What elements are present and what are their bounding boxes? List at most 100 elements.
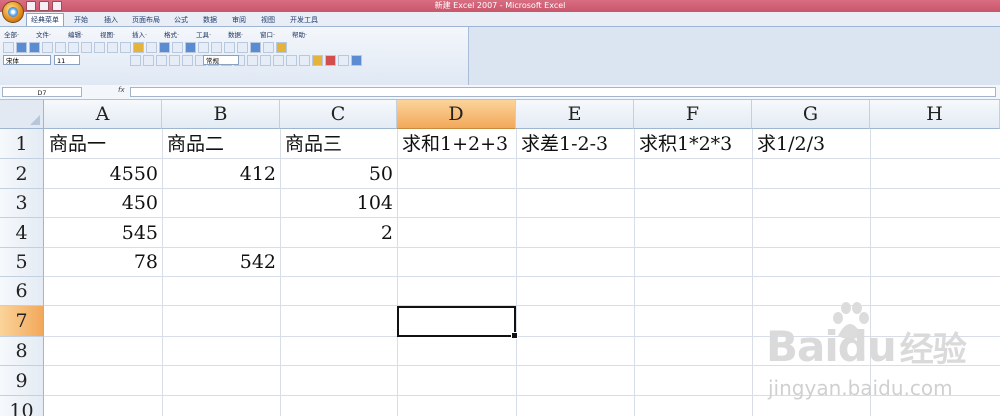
menu-help[interactable]: 帮助·	[292, 29, 307, 39]
menu-insert[interactable]: 插入·	[132, 29, 147, 39]
cell-e1[interactable]: 求差1-2-3	[521, 129, 634, 159]
cell-a3[interactable]: 450	[44, 189, 158, 218]
menu-format[interactable]: 格式·	[164, 29, 179, 39]
open-icon[interactable]	[16, 42, 27, 53]
column-header-d[interactable]: D	[397, 100, 516, 129]
tab-classic-menu[interactable]: 经典菜单	[26, 13, 64, 26]
menu-edit[interactable]: 编辑·	[68, 29, 83, 39]
cell-g1[interactable]: 求1/2/3	[757, 129, 870, 159]
cut-icon[interactable]	[107, 42, 118, 53]
row-header-10[interactable]: 10	[0, 396, 44, 416]
row-header-9[interactable]: 9	[0, 366, 44, 396]
font-name-select[interactable]: 宋体	[3, 55, 51, 65]
row-header-5[interactable]: 5	[0, 248, 44, 277]
undo-icon[interactable]	[39, 1, 49, 11]
menu-tools[interactable]: 工具·	[196, 29, 211, 39]
active-cell-d7[interactable]	[397, 306, 518, 339]
column-header-g[interactable]: G	[752, 100, 870, 129]
worksheet-grid[interactable]: A B C D E F G H 1 2 3 4 5 6 7 8 9 10 商品一…	[0, 100, 1000, 416]
decrease-decimal-icon[interactable]	[273, 55, 284, 66]
print-preview-icon[interactable]	[68, 42, 79, 53]
cell-b2[interactable]: 412	[162, 159, 276, 189]
select-all-button[interactable]	[0, 100, 44, 129]
menu-view[interactable]: 视图·	[100, 29, 115, 39]
fill-color-icon[interactable]	[312, 55, 323, 66]
italic-icon[interactable]	[143, 55, 154, 66]
cell-a5[interactable]: 78	[44, 248, 158, 277]
new-icon[interactable]	[3, 42, 14, 53]
cell-d1[interactable]: 求和1+2+3	[402, 129, 516, 159]
row-header-4[interactable]: 4	[0, 218, 44, 248]
redo-icon[interactable]	[172, 42, 183, 53]
menu-data[interactable]: 数据·	[228, 29, 243, 39]
tab-home[interactable]: 开始	[74, 14, 88, 26]
tab-review[interactable]: 审阅	[232, 14, 246, 26]
sort-descending-icon[interactable]	[237, 42, 248, 53]
bold-icon[interactable]	[130, 55, 141, 66]
row-header-8[interactable]: 8	[0, 337, 44, 366]
row-header-6[interactable]: 6	[0, 277, 44, 306]
cell-a4[interactable]: 545	[44, 218, 158, 248]
underline-icon[interactable]	[156, 55, 167, 66]
tab-data[interactable]: 数据	[203, 14, 217, 26]
menu-file[interactable]: 文件·	[36, 29, 51, 39]
print-icon[interactable]	[55, 42, 66, 53]
cell-c2[interactable]: 50	[280, 159, 393, 189]
copy-icon[interactable]	[120, 42, 131, 53]
autosum-icon[interactable]	[198, 42, 209, 53]
paste-icon[interactable]	[133, 42, 144, 53]
column-header-e[interactable]: E	[516, 100, 634, 129]
tab-developer[interactable]: 开发工具	[290, 14, 318, 26]
align-left-icon[interactable]	[169, 55, 180, 66]
function-icon[interactable]	[211, 42, 222, 53]
row-header-7[interactable]: 7	[0, 306, 44, 337]
research-icon[interactable]	[94, 42, 105, 53]
redo-icon[interactable]	[52, 1, 62, 11]
column-header-b[interactable]: B	[162, 100, 280, 129]
row-header-3[interactable]: 3	[0, 189, 44, 218]
tab-view[interactable]: 视图	[261, 14, 275, 26]
column-header-h[interactable]: H	[870, 100, 1000, 129]
chart-icon[interactable]	[250, 42, 261, 53]
font-color-icon[interactable]	[325, 55, 336, 66]
cell-c4[interactable]: 2	[280, 218, 393, 248]
tab-insert[interactable]: 插入	[104, 14, 118, 26]
cell-b1[interactable]: 商品二	[167, 129, 278, 159]
cell-f1[interactable]: 求积1*2*3	[639, 129, 752, 159]
cell-c1[interactable]: 商品三	[285, 129, 395, 159]
cell-a1[interactable]: 商品一	[49, 129, 160, 159]
borders-icon[interactable]	[299, 55, 310, 66]
comma-icon[interactable]	[247, 55, 258, 66]
save-icon[interactable]	[26, 1, 36, 11]
name-box[interactable]: D7	[2, 87, 82, 97]
font-size-select[interactable]: 11	[54, 55, 80, 65]
cell-c3[interactable]: 104	[280, 189, 393, 218]
tab-formulas[interactable]: 公式	[174, 14, 188, 26]
drawing-icon[interactable]	[263, 42, 274, 53]
formula-input[interactable]	[130, 87, 996, 97]
column-header-a[interactable]: A	[44, 100, 162, 129]
menu-window[interactable]: 窗口·	[260, 29, 275, 39]
cell-a2[interactable]: 4550	[44, 159, 158, 189]
sort-ascending-icon[interactable]	[224, 42, 235, 53]
number-style-select[interactable]: 常规	[203, 55, 239, 65]
column-header-c[interactable]: C	[280, 100, 397, 129]
align-center-icon[interactable]	[182, 55, 193, 66]
hyperlink-icon[interactable]	[185, 42, 196, 53]
folder-icon[interactable]	[276, 42, 287, 53]
column-header-f[interactable]: F	[634, 100, 752, 129]
row-header-2[interactable]: 2	[0, 159, 44, 189]
increase-decimal-icon[interactable]	[260, 55, 271, 66]
format-painter-icon[interactable]	[146, 42, 157, 53]
cell-b5[interactable]: 542	[162, 248, 276, 277]
office-button[interactable]	[2, 1, 24, 23]
spelling-icon[interactable]	[81, 42, 92, 53]
help-icon[interactable]	[351, 55, 362, 66]
permission-icon[interactable]	[42, 42, 53, 53]
insert-function-icon[interactable]: fx	[118, 86, 125, 94]
undo-icon[interactable]	[159, 42, 170, 53]
save-icon[interactable]	[29, 42, 40, 53]
zoom-icon[interactable]	[338, 55, 349, 66]
tab-page-layout[interactable]: 页面布局	[132, 14, 160, 26]
indent-icon[interactable]	[286, 55, 297, 66]
